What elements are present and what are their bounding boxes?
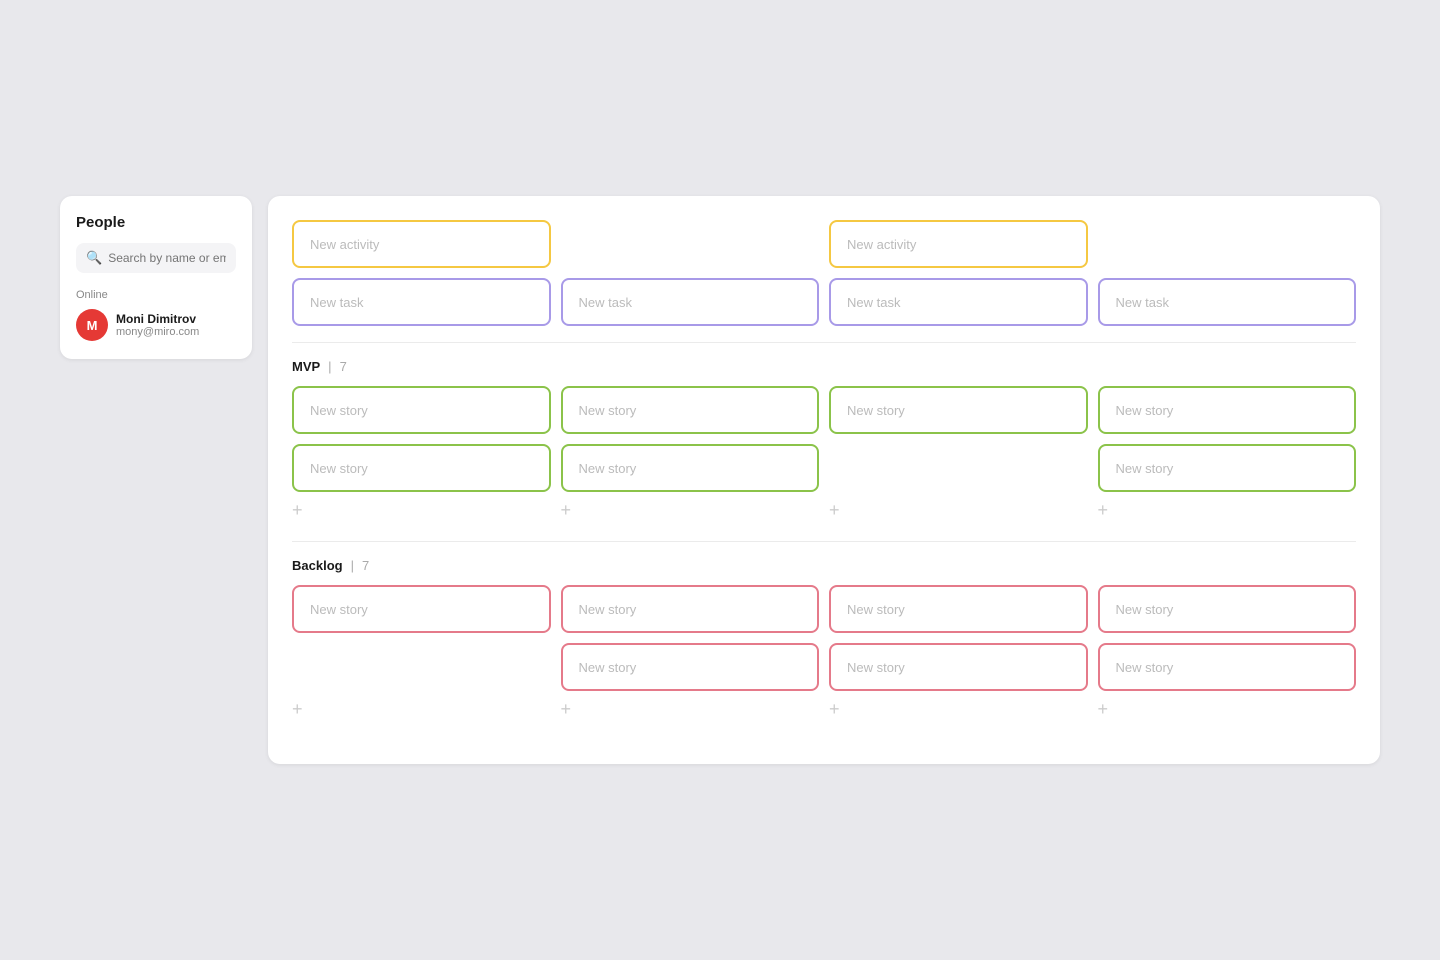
task-card-3[interactable]: New task: [829, 278, 1088, 326]
online-label: Online: [76, 289, 236, 301]
user-email: mony@miro.com: [116, 326, 199, 338]
mvp-count-value: 7: [340, 359, 347, 374]
mvp-add-col4[interactable]: +: [1098, 496, 1357, 525]
backlog-add-col2[interactable]: +: [561, 695, 820, 724]
backlog-story-4[interactable]: New story: [1098, 585, 1357, 633]
backlog-divider: |: [351, 558, 354, 573]
backlog-header: Backlog | 7: [292, 558, 1356, 573]
avatar: M: [76, 309, 108, 341]
backlog-add-row: + + + +: [292, 695, 1356, 724]
divider-2: [292, 541, 1356, 542]
mvp-row-2: New story New story New story: [292, 444, 1356, 492]
divider-1: [292, 342, 1356, 343]
mvp-label: MVP: [292, 359, 320, 374]
mvp-empty-col3: [829, 444, 1088, 492]
backlog-story-7[interactable]: New story: [829, 643, 1088, 691]
mvp-header: MVP | 7: [292, 359, 1356, 374]
search-icon: 🔍: [86, 250, 102, 266]
backlog-story-2[interactable]: New story: [561, 585, 820, 633]
backlog-count: 7: [362, 558, 369, 573]
search-input[interactable]: [108, 251, 226, 265]
user-info: Moni Dimitrov mony@miro.com: [116, 312, 199, 338]
backlog-label: Backlog: [292, 558, 343, 573]
activity-card-3[interactable]: New activity: [829, 220, 1088, 268]
backlog-add-col1[interactable]: +: [292, 695, 551, 724]
user-name: Moni Dimitrov: [116, 312, 199, 326]
mvp-add-col2[interactable]: +: [561, 496, 820, 525]
empty-activity-4: [1098, 220, 1357, 268]
task-card-4[interactable]: New task: [1098, 278, 1357, 326]
backlog-row-2: New story New story New story: [292, 643, 1356, 691]
activity-card-1[interactable]: New activity: [292, 220, 551, 268]
people-panel: People 🔍 Online M Moni Dimitrov mony@mir…: [60, 196, 252, 359]
task-cards-grid: New task New task New task New task: [292, 278, 1356, 326]
backlog-story-3[interactable]: New story: [829, 585, 1088, 633]
mvp-story-8[interactable]: New story: [1098, 444, 1357, 492]
mvp-add-row: + + + +: [292, 496, 1356, 525]
backlog-add-col4[interactable]: +: [1098, 695, 1357, 724]
main-board: New activity New activity New task New t…: [268, 196, 1380, 764]
mvp-story-2[interactable]: New story: [561, 386, 820, 434]
activities-section: New activity New activity New task New t…: [292, 220, 1356, 326]
task-card-2[interactable]: New task: [561, 278, 820, 326]
backlog-story-8[interactable]: New story: [1098, 643, 1357, 691]
user-row: M Moni Dimitrov mony@miro.com: [76, 309, 236, 341]
mvp-story-3[interactable]: New story: [829, 386, 1088, 434]
task-card-1[interactable]: New task: [292, 278, 551, 326]
mvp-row-1: New story New story New story New story: [292, 386, 1356, 434]
mvp-story-1[interactable]: New story: [292, 386, 551, 434]
mvp-story-6[interactable]: New story: [561, 444, 820, 492]
mvp-section: MVP | 7 New story New story New story Ne…: [292, 359, 1356, 525]
people-title: People: [76, 214, 236, 231]
mvp-story-5[interactable]: New story: [292, 444, 551, 492]
backlog-empty-col1: [292, 643, 551, 691]
activities-grid: New activity New activity: [292, 220, 1356, 268]
backlog-story-6[interactable]: New story: [561, 643, 820, 691]
search-box[interactable]: 🔍: [76, 243, 236, 273]
backlog-story-1[interactable]: New story: [292, 585, 551, 633]
backlog-row-1: New story New story New story New story: [292, 585, 1356, 633]
mvp-add-col3[interactable]: +: [829, 496, 1088, 525]
backlog-add-col3[interactable]: +: [829, 695, 1088, 724]
mvp-story-4[interactable]: New story: [1098, 386, 1357, 434]
mvp-add-col1[interactable]: +: [292, 496, 551, 525]
empty-activity-2: [561, 220, 820, 268]
backlog-section: Backlog | 7 New story New story New stor…: [292, 558, 1356, 724]
mvp-count: |: [328, 359, 331, 374]
